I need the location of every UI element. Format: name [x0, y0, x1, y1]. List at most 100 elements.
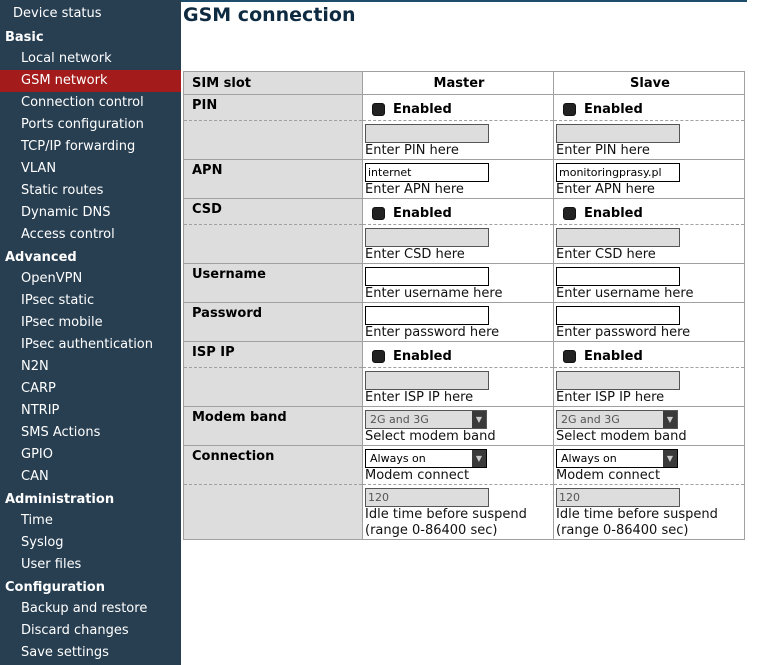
checkbox-icon: [372, 349, 385, 363]
sidebar-item-openvpn[interactable]: OpenVPN: [0, 268, 181, 290]
apn-slave-hint: Enter APN here: [556, 182, 655, 197]
sidebar-section-administration: Administration: [5, 492, 115, 507]
idle-time-master-range: (range 0-86400 sec): [365, 523, 498, 538]
sidebar-item-carp[interactable]: CARP: [0, 378, 181, 400]
header-divider: [181, 0, 747, 2]
password-master-input[interactable]: [365, 306, 489, 325]
modem-band-master-hint: Select modem band: [365, 429, 496, 444]
sidebar-section-configuration: Configuration: [5, 580, 105, 595]
connection-master-select[interactable]: Always on ▼: [365, 449, 487, 468]
header-master: Master: [362, 71, 554, 95]
idle-time-master-input[interactable]: 120: [365, 488, 489, 507]
password-master-hint: Enter password here: [365, 325, 500, 340]
isp-ip-master-input[interactable]: [365, 371, 489, 390]
idle-time-slave-hint: Idle time before suspend: [556, 507, 718, 522]
sidebar-item-device-status[interactable]: Device status: [0, 0, 181, 26]
sidebar-item-vlan[interactable]: VLAN: [0, 158, 181, 180]
csd-master-input[interactable]: [365, 228, 489, 247]
apn-master-hint: Enter APN here: [365, 182, 464, 197]
sidebar: Device status Basic Local network GSM ne…: [0, 0, 181, 665]
enabled-label: Enabled: [584, 101, 643, 117]
csd-label: CSD: [183, 198, 363, 225]
sidebar-item-ipsec-static[interactable]: IPsec static: [0, 290, 181, 312]
chevron-down-icon: ▼: [472, 450, 486, 467]
sidebar-item-sms-actions[interactable]: SMS Actions: [0, 422, 181, 444]
password-label: Password: [183, 302, 363, 342]
isp-ip-master-hint: Enter ISP IP here: [365, 390, 474, 405]
sidebar-section-basic: Basic: [5, 30, 44, 45]
modem-band-slave-hint: Select modem band: [556, 429, 687, 444]
csd-master-enabled-checkbox[interactable]: Enabled: [365, 199, 553, 224]
pin-slave-input[interactable]: [556, 124, 680, 143]
csd-slave-hint: Enter CSD here: [556, 247, 656, 262]
sidebar-item-syslog[interactable]: Syslog: [0, 532, 181, 554]
select-value: 2G and 3G: [370, 413, 429, 426]
modem-band-row: Modem band 2G and 3G ▼ Select modem band 2…: [183, 406, 745, 446]
empty-label-cell: [183, 120, 363, 160]
apn-master-input[interactable]: internet: [365, 163, 489, 182]
pin-label: PIN: [183, 94, 363, 121]
modem-band-label: Modem band: [183, 406, 363, 446]
sidebar-item-tcpip-forwarding[interactable]: TCP/IP forwarding: [0, 136, 181, 158]
checkbox-icon: [563, 102, 576, 116]
enabled-label: Enabled: [584, 348, 643, 364]
modem-band-master-select[interactable]: 2G and 3G ▼: [365, 410, 487, 429]
csd-row: CSD Enabled Enabled: [183, 198, 745, 225]
idle-time-slave-range: (range 0-86400 sec): [556, 523, 689, 538]
sidebar-item-static-routes[interactable]: Static routes: [0, 180, 181, 202]
pin-master-input[interactable]: [365, 124, 489, 143]
username-slave-input[interactable]: [556, 267, 680, 286]
apn-row: APN internet Enter APN here monitoringpra…: [183, 159, 745, 199]
isp-ip-master-enabled-checkbox[interactable]: Enabled: [365, 342, 553, 367]
username-row: Username Enter username here Enter usern…: [183, 263, 745, 303]
isp-ip-slave-enabled-checkbox[interactable]: Enabled: [556, 342, 744, 367]
csd-value-row: Enter CSD here Enter CSD here: [183, 224, 745, 264]
sidebar-item-connection-control[interactable]: Connection control: [0, 92, 181, 114]
select-value: Always on: [561, 452, 617, 465]
header-slave: Slave: [553, 71, 745, 95]
checkbox-icon: [372, 206, 385, 220]
pin-master-enabled-checkbox[interactable]: Enabled: [365, 95, 553, 120]
password-slave-input[interactable]: [556, 306, 680, 325]
enabled-label: Enabled: [393, 101, 452, 117]
isp-ip-slave-input[interactable]: [556, 371, 680, 390]
sidebar-item-dynamic-dns[interactable]: Dynamic DNS: [0, 202, 181, 224]
idle-time-master-hint: Idle time before suspend: [365, 507, 527, 522]
sidebar-item-ipsec-authentication[interactable]: IPsec authentication: [0, 334, 181, 356]
pin-slave-enabled-checkbox[interactable]: Enabled: [556, 95, 744, 120]
sidebar-item-user-files[interactable]: User files: [0, 554, 181, 576]
idle-time-slave-input[interactable]: 120: [556, 488, 680, 507]
csd-slave-enabled-checkbox[interactable]: Enabled: [556, 199, 744, 224]
empty-label-cell: [183, 484, 363, 540]
connection-slave-select[interactable]: Always on ▼: [556, 449, 678, 468]
pin-row: PIN Enabled Enabled: [183, 94, 745, 121]
sidebar-item-ntrip[interactable]: NTRIP: [0, 400, 181, 422]
chevron-down-icon: ▼: [472, 411, 486, 428]
isp-ip-slave-hint: Enter ISP IP here: [556, 390, 665, 405]
sidebar-item-gpio[interactable]: GPIO: [0, 444, 181, 466]
modem-band-slave-select[interactable]: 2G and 3G ▼: [556, 410, 678, 429]
sidebar-item-ipsec-mobile[interactable]: IPsec mobile: [0, 312, 181, 334]
idle-time-row: 120 Idle time before suspend (range 0-8640…: [183, 484, 745, 540]
connection-label: Connection: [183, 445, 363, 485]
table-header-row: SIM slot Master Slave: [183, 71, 745, 95]
connection-slave-hint: Modem connect: [556, 468, 661, 483]
sidebar-item-ports-configuration[interactable]: Ports configuration: [0, 114, 181, 136]
apn-slave-input[interactable]: monitoringprasy.pl: [556, 163, 680, 182]
sidebar-item-backup-restore[interactable]: Backup and restore: [0, 598, 181, 620]
sidebar-item-discard-changes[interactable]: Discard changes: [0, 620, 181, 642]
sidebar-item-local-network[interactable]: Local network: [0, 48, 181, 70]
username-master-input[interactable]: [365, 267, 489, 286]
sidebar-item-n2n[interactable]: N2N: [0, 356, 181, 378]
pin-value-row: Enter PIN here Enter PIN here: [183, 120, 745, 160]
sidebar-item-access-control[interactable]: Access control: [0, 224, 181, 246]
csd-slave-input[interactable]: [556, 228, 680, 247]
enabled-label: Enabled: [393, 348, 452, 364]
chevron-down-icon: ▼: [663, 411, 677, 428]
sidebar-item-gsm-network[interactable]: GSM network: [0, 70, 181, 92]
password-row: Password Enter password here Enter passw…: [183, 302, 745, 342]
pin-master-hint: Enter PIN here: [365, 143, 459, 158]
sidebar-item-time[interactable]: Time: [0, 510, 181, 532]
sidebar-item-save-settings[interactable]: Save settings: [0, 642, 181, 664]
sidebar-item-can[interactable]: CAN: [0, 466, 181, 488]
